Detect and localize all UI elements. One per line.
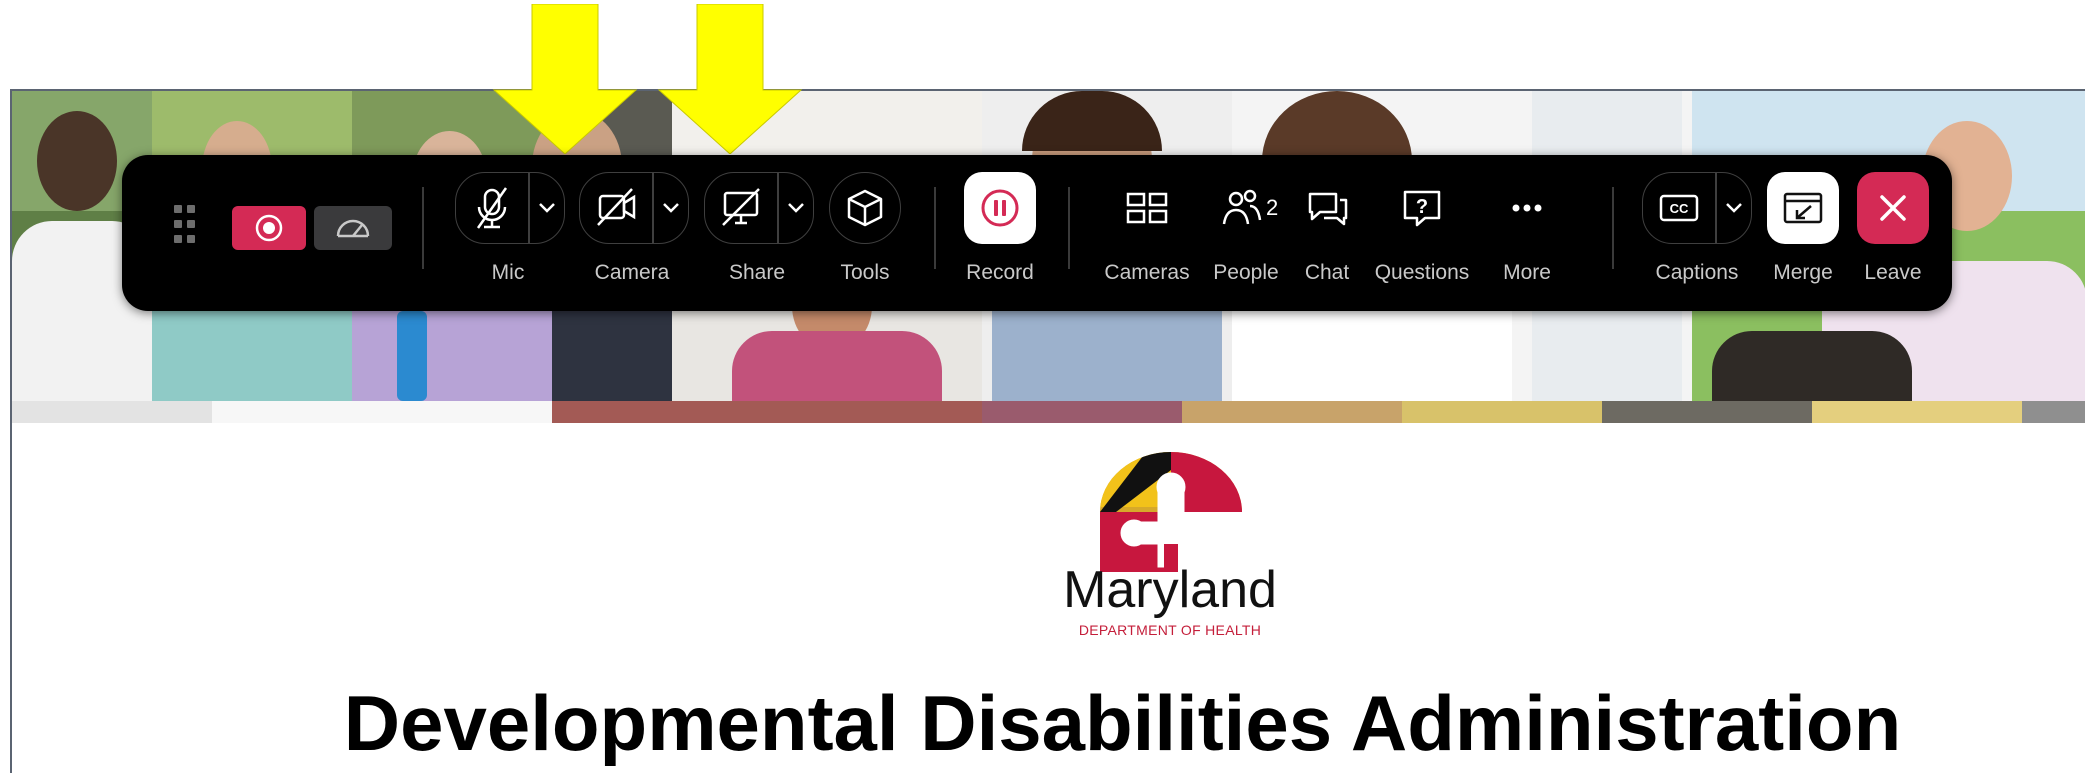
- share-button[interactable]: [705, 173, 777, 243]
- mic-options-button[interactable]: [529, 173, 565, 243]
- record-dot-icon: [255, 214, 283, 242]
- captions-options-button[interactable]: [1716, 173, 1752, 243]
- chat-label: Chat: [1304, 261, 1350, 284]
- ellipsis-icon: [1512, 204, 1542, 212]
- toolbar-divider: [934, 187, 936, 269]
- toolbar-divider: [1068, 187, 1070, 269]
- leave-label: Leave: [1864, 261, 1922, 284]
- captions-label: Captions: [1655, 261, 1739, 284]
- captions-control: CC: [1642, 172, 1752, 244]
- meeting-toolbar: Mic Camera Share Tools Record Cameras 2 …: [122, 155, 1952, 311]
- tools-label: Tools: [840, 261, 890, 284]
- cameras-label: Cameras: [1104, 261, 1190, 284]
- maryland-logo: [1086, 452, 1256, 572]
- svg-text:CC: CC: [1670, 201, 1689, 216]
- mic-control: [455, 172, 565, 244]
- people-count-badge: 2: [1266, 195, 1279, 220]
- svg-text:?: ?: [1416, 196, 1428, 218]
- slide-title: Developmental Disabilities Administratio…: [343, 679, 1902, 767]
- questions-label: Questions: [1374, 261, 1470, 284]
- mic-muted-icon: [476, 187, 508, 229]
- people-icon: [1222, 189, 1262, 225]
- share-options-button[interactable]: [778, 173, 814, 243]
- questions-button[interactable]: ?: [1387, 172, 1457, 244]
- cc-icon: CC: [1659, 194, 1699, 222]
- record-label: Record: [966, 261, 1034, 284]
- chat-bubbles-icon: [1308, 192, 1348, 226]
- network-quality-button[interactable]: [314, 206, 392, 250]
- tools-button[interactable]: [829, 172, 901, 244]
- camera-button[interactable]: [580, 173, 652, 243]
- grip-dots-icon[interactable]: [174, 205, 196, 245]
- chevron-down-icon: [663, 203, 679, 213]
- chevron-down-icon: [1726, 203, 1742, 213]
- merge-label: Merge: [1773, 261, 1833, 284]
- decorative-color-band: [12, 401, 2085, 423]
- logo-wordmark: Maryland: [1063, 561, 1277, 619]
- toolbar-divider: [1612, 187, 1614, 269]
- cameras-button[interactable]: [1112, 172, 1182, 244]
- toolbar-divider: [422, 187, 424, 269]
- yellow-arrow-camera: [657, 4, 803, 154]
- captions-button[interactable]: CC: [1643, 173, 1715, 243]
- record-button[interactable]: [964, 172, 1036, 244]
- speedometer-icon: [336, 219, 370, 238]
- merge-button[interactable]: [1767, 172, 1839, 244]
- people-button[interactable]: 2: [1212, 172, 1292, 244]
- mic-label: Mic: [491, 261, 525, 284]
- question-bubble-icon: ?: [1403, 190, 1441, 227]
- share-screen-off-icon: [722, 188, 760, 226]
- camera-control: [579, 172, 689, 244]
- chevron-down-icon: [788, 203, 804, 213]
- logo-subtitle: DEPARTMENT OF HEALTH: [1078, 622, 1262, 638]
- close-icon: [1880, 195, 1906, 221]
- more-label: More: [1503, 261, 1551, 284]
- leave-button[interactable]: [1857, 172, 1929, 244]
- pause-circle-icon: [981, 189, 1019, 227]
- camera-off-icon: [597, 188, 636, 226]
- more-button[interactable]: [1492, 172, 1562, 244]
- share-control: [704, 172, 814, 244]
- recording-indicator[interactable]: [232, 206, 306, 250]
- chevron-down-icon: [539, 203, 555, 213]
- chat-button[interactable]: [1292, 172, 1362, 244]
- merge-window-icon: [1783, 192, 1823, 224]
- share-label: Share: [728, 261, 786, 284]
- camera-label: Camera: [594, 261, 670, 284]
- camera-options-button[interactable]: [653, 173, 689, 243]
- cube-icon: [847, 189, 883, 227]
- grid-layout-icon: [1126, 192, 1168, 224]
- mic-button[interactable]: [456, 173, 528, 243]
- people-label: People: [1213, 261, 1279, 284]
